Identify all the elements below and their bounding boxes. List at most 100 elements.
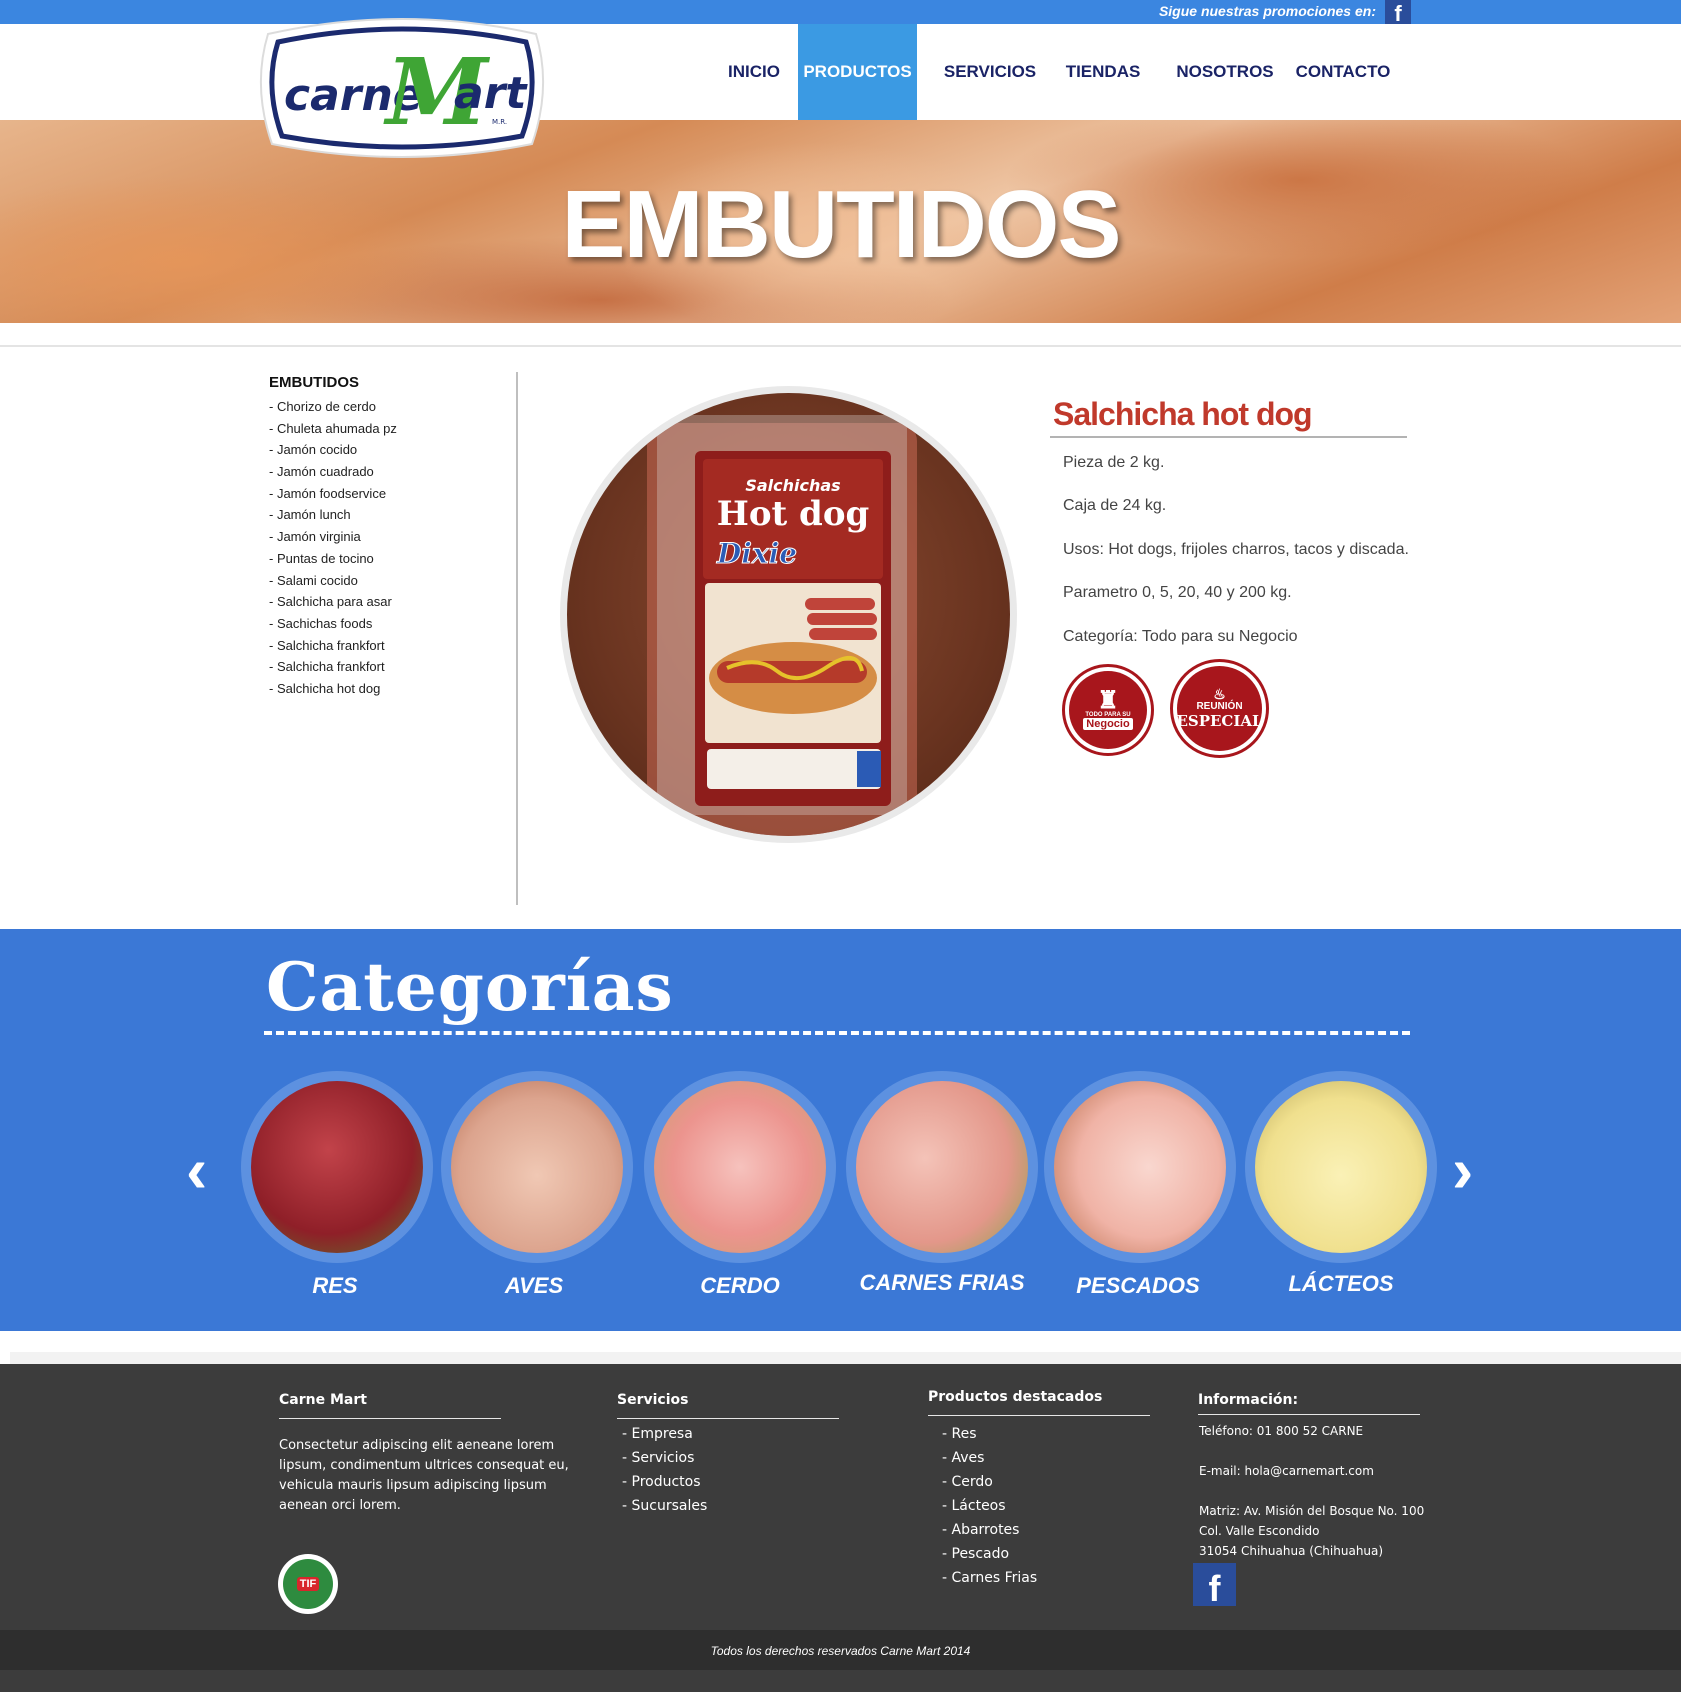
badge-reunion-especial[interactable]: ♨ REUNIÓN ESPECIAL (1170, 659, 1269, 758)
sidebar-item[interactable]: - Sachichas foods (269, 613, 397, 635)
product-detail-line: Parametro 0, 5, 20, 40 y 200 kg. (1063, 584, 1292, 601)
footer-link[interactable]: - Productos (622, 1474, 701, 1490)
category-aves-image (451, 1081, 623, 1253)
sidebar-title: EMBUTIDOS (269, 374, 359, 391)
category-carnes-frias-image (856, 1081, 1028, 1253)
prev-arrow-icon[interactable]: ‹ (186, 1138, 207, 1202)
package-top-text: Salchichas (745, 476, 840, 495)
sidebar-item[interactable]: - Jamón foodservice (269, 483, 397, 505)
nav-tiendas[interactable]: TIENDAS (1058, 24, 1148, 120)
footer-col4-rule (1198, 1414, 1420, 1415)
category-pescados-image (1054, 1081, 1226, 1253)
category-cerdo-image (654, 1081, 826, 1253)
footer-col3-rule (928, 1415, 1150, 1416)
sidebar-divider (516, 372, 518, 905)
footer-col2-heading: Servicios (617, 1392, 689, 1408)
footer-link[interactable]: - Lácteos (942, 1498, 1006, 1514)
footer-col1-heading: Carne Mart (279, 1392, 367, 1408)
footer-spacer (10, 1352, 1681, 1364)
category-res-image (251, 1081, 423, 1253)
nav-productos[interactable]: PRODUCTOS (798, 24, 917, 120)
grill-icon: ♨ (1213, 686, 1226, 702)
footer-col3-heading: Productos destacados (928, 1389, 1103, 1405)
sidebar-item[interactable]: - Chuleta ahumada pz (269, 418, 397, 440)
sidebar-item[interactable]: - Salchicha hot dog (269, 678, 397, 700)
footer (0, 1364, 1681, 1630)
logo-word-art: art (454, 68, 528, 119)
package-main-text: Hot dog (717, 494, 870, 534)
footer-link[interactable]: - Carnes Frias (942, 1570, 1037, 1586)
footer-address-line: 31054 Chihuahua (Chihuahua) (1199, 1544, 1384, 1558)
hero-title: EMBUTIDOS (561, 171, 1122, 278)
sidebar-product-list: - Chorizo de cerdo - Chuleta ahumada pz … (269, 396, 397, 700)
product-detail-line: Pieza de 2 kg. (1063, 454, 1165, 471)
chef-hat-icon: ♜ (1097, 687, 1119, 714)
footer-about-line: vehicula mauris lipsum adipiscing lipsum (279, 1478, 547, 1493)
footer-link[interactable]: - Abarrotes (942, 1522, 1019, 1538)
nav-servicios[interactable]: SERVICIOS (938, 24, 1042, 120)
product-detail-line: Usos: Hot dogs, frijoles charros, tacos … (1063, 541, 1409, 558)
categories-divider (264, 1031, 1410, 1035)
footer-address-line: Col. Valle Escondido (1199, 1524, 1320, 1538)
tif-seal-icon: TIF (278, 1554, 338, 1614)
bottom-strip (0, 1670, 1681, 1692)
footer-about-line: Consectetur adipiscing elit aeneane lore… (279, 1438, 555, 1453)
category-label[interactable]: RES (235, 1275, 435, 1297)
nav-nosotros[interactable]: NOSOTROS (1172, 24, 1278, 120)
sidebar-item[interactable]: - Jamón cuadrado (269, 461, 397, 483)
footer-link[interactable]: - Servicios (622, 1450, 694, 1466)
badge-main-text: ESPECIAL (1176, 712, 1263, 730)
sidebar-item[interactable]: - Jamón cocido (269, 439, 397, 461)
hero-banner: EMBUTIDOS (0, 120, 1681, 323)
badge-small-text: REUNIÓN (1196, 701, 1243, 712)
facebook-icon[interactable]: f (1193, 1563, 1236, 1609)
footer-about-line: lipsum, condimentum ultrices consequat e… (279, 1458, 569, 1473)
category-label[interactable]: PESCADOS (1038, 1275, 1238, 1297)
next-arrow-icon[interactable]: › (1452, 1138, 1473, 1202)
product-detail-line: Caja de 24 kg. (1063, 497, 1167, 514)
footer-about-line: aenean orci lorem. (279, 1498, 401, 1513)
hero-divider (0, 345, 1681, 347)
sidebar-item[interactable]: - Puntas de tocino (269, 548, 397, 570)
facebook-icon[interactable]: f (1385, 0, 1411, 26)
sidebar-item[interactable]: - Salchicha frankfort (269, 656, 397, 678)
footer-email[interactable]: E-mail: hola@carnemart.com (1199, 1464, 1374, 1478)
product-title: Salchicha hot dog (1053, 396, 1313, 432)
nav-inicio[interactable]: INICIO (718, 24, 790, 120)
sidebar-item[interactable]: - Salami cocido (269, 570, 397, 592)
package-brand-text: Dixie (716, 537, 797, 570)
footer-link[interactable]: - Sucursales (622, 1498, 707, 1514)
badge-todo-para-su-negocio[interactable]: ♜ TODO PARA SU Negocio (1062, 664, 1154, 756)
categories-title: Categorías (266, 948, 674, 1026)
footer-link[interactable]: - Empresa (622, 1426, 693, 1442)
sidebar-item[interactable]: - Salchicha para asar (269, 591, 397, 613)
badge-main-text: Negocio (1083, 718, 1133, 730)
footer-link[interactable]: - Res (942, 1426, 977, 1442)
category-label[interactable]: AVES (434, 1275, 634, 1297)
sidebar-item[interactable]: - Jamón virginia (269, 526, 397, 548)
product-image: Salchichas Hot dog Dixie (567, 393, 1010, 836)
sidebar-item[interactable]: - Salchicha frankfort (269, 635, 397, 657)
footer-phone: Teléfono: 01 800 52 CARNE (1199, 1424, 1364, 1438)
footer-link[interactable]: - Aves (942, 1450, 984, 1466)
footer-link[interactable]: - Pescado (942, 1546, 1009, 1562)
tif-seal-text: TIF (296, 1577, 320, 1591)
sidebar-item[interactable]: - Chorizo de cerdo (269, 396, 397, 418)
category-label[interactable]: CARNES FRIAS (842, 1272, 1042, 1294)
logo-mark: M.R. (492, 118, 507, 126)
footer-col1-rule (279, 1418, 501, 1419)
sidebar-item[interactable]: - Jamón lunch (269, 504, 397, 526)
footer-col4-heading: Información: (1198, 1392, 1299, 1408)
footer-col2-rule (617, 1418, 839, 1419)
footer-link[interactable]: - Cerdo (942, 1474, 993, 1490)
category-label[interactable]: LÁCTEOS (1241, 1273, 1441, 1295)
footer-address-line: Matriz: Av. Misión del Bosque No. 100 (1199, 1504, 1425, 1518)
top-bar (0, 0, 1681, 24)
product-title-divider (1050, 436, 1407, 438)
carnemart-logo[interactable]: carne M art M.R. (256, 12, 548, 162)
copyright-text: Todos los derechos reservados Carne Mart… (710, 1644, 971, 1658)
category-lacteos-image (1255, 1081, 1427, 1253)
nav-contacto[interactable]: CONTACTO (1292, 24, 1394, 120)
category-label[interactable]: CERDO (640, 1275, 840, 1297)
promo-text: Sigue nuestras promociones en: (1158, 3, 1376, 19)
